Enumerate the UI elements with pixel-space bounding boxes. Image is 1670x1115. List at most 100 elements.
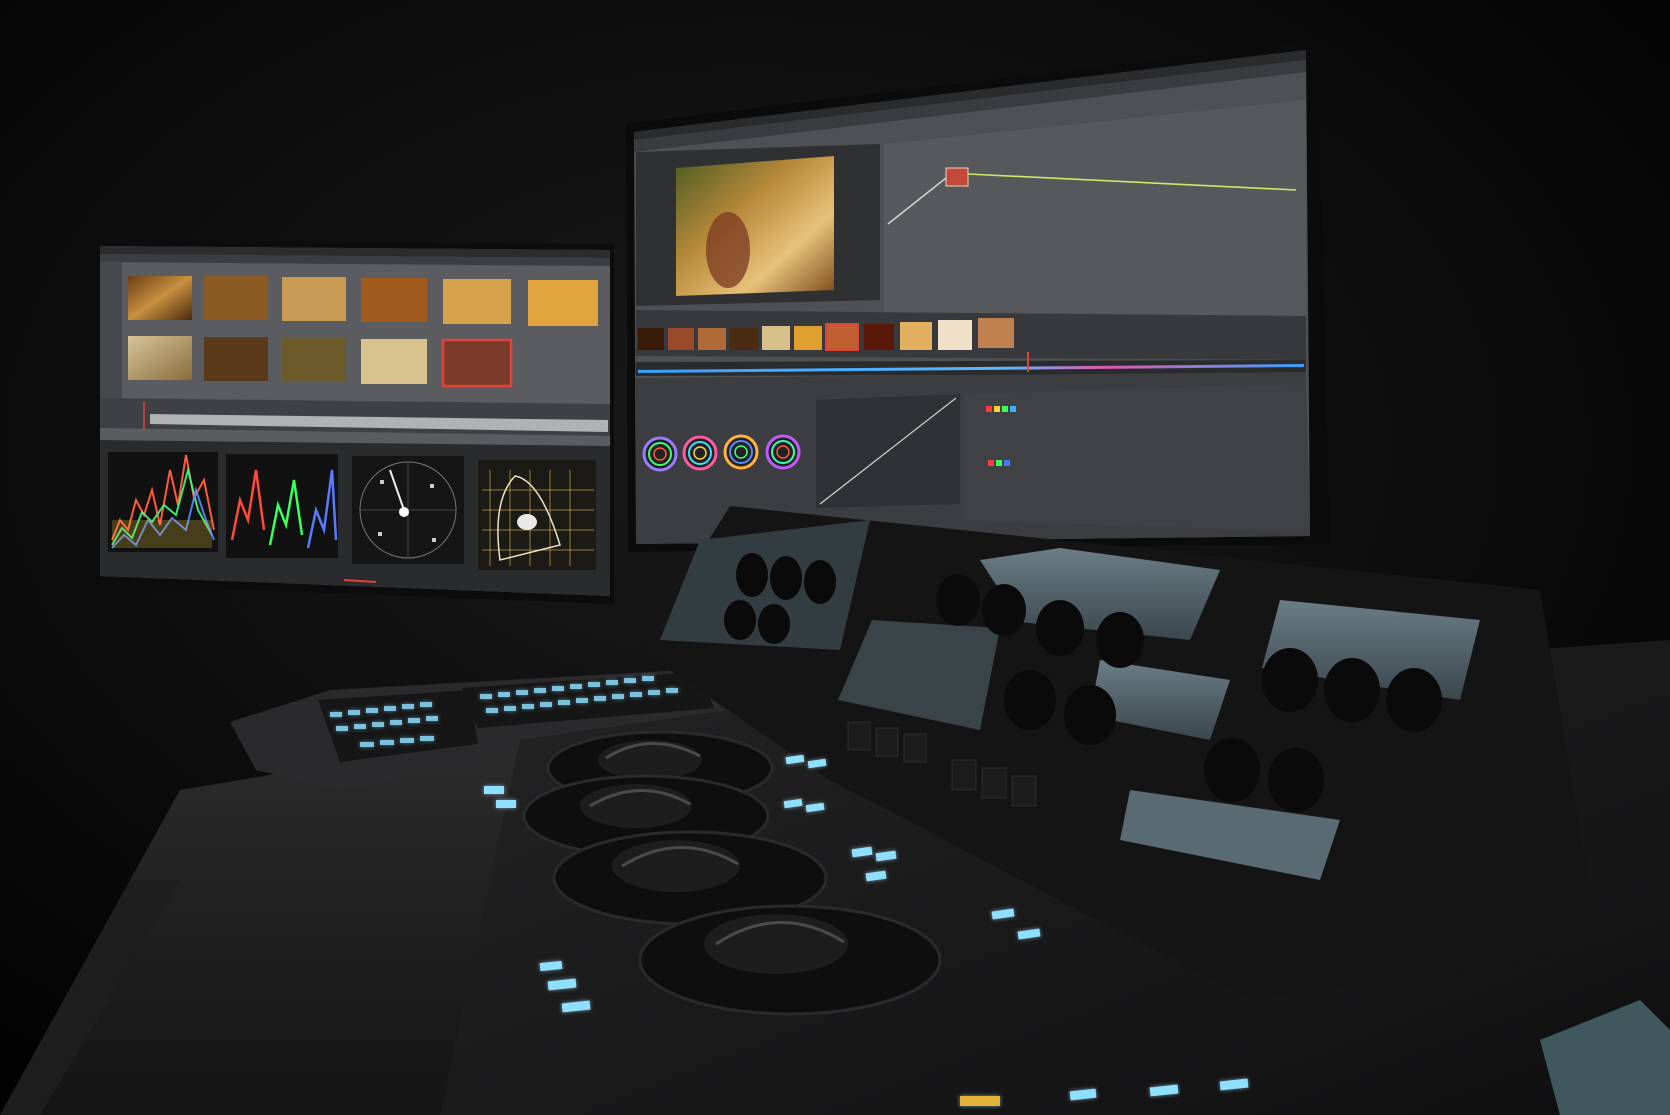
timeline-clip[interactable] [900,322,932,350]
panel-key[interactable] [486,708,498,713]
panel-key[interactable] [612,694,624,699]
panel-key[interactable] [558,700,570,705]
panel-key[interactable] [380,740,394,745]
cie-scope [478,460,596,570]
timeline-clip[interactable] [730,328,758,350]
panel-key[interactable] [348,710,360,715]
panel-key[interactable] [402,704,414,709]
panel-key[interactable] [606,680,618,685]
timeline-clip[interactable] [638,328,664,350]
timeline-clip[interactable] [794,326,822,350]
vectorscope [352,456,464,564]
soft-button[interactable] [875,727,899,757]
panel-key[interactable] [366,708,378,713]
color-wheel-gamma[interactable] [682,435,718,471]
viewer-image[interactable] [676,156,834,296]
panel-key[interactable] [400,738,414,743]
backlit-button-amber[interactable] [960,1096,1000,1106]
panel-key[interactable] [594,696,606,701]
knob[interactable] [758,604,790,644]
thumbnail[interactable] [282,338,346,382]
panel-key[interactable] [372,722,384,727]
soft-button[interactable] [981,767,1007,799]
panel-key[interactable] [480,694,492,699]
timeline-clip[interactable] [668,328,694,350]
knob[interactable] [736,553,768,597]
grading-suite-scene [0,0,1670,1115]
timeline-clip[interactable] [698,328,726,350]
knob[interactable] [1096,612,1144,668]
color-wheel-offset[interactable] [765,434,801,470]
thumbnail[interactable] [282,277,346,321]
panel-key[interactable] [540,702,552,707]
soft-button[interactable] [847,721,871,751]
thumbnail[interactable] [204,276,268,320]
color-wheel-lift[interactable] [642,436,678,472]
panel-key[interactable] [384,706,396,711]
panel-key[interactable] [642,676,654,681]
panel-key[interactable] [336,726,348,731]
knob[interactable] [1036,600,1084,656]
viewer-figure [706,212,750,288]
panel-key[interactable] [630,692,642,697]
panel-key[interactable] [522,704,534,709]
thumbnail[interactable] [361,339,427,384]
backlit-button[interactable] [484,786,504,794]
parade-scope [226,454,338,558]
right-monitor [626,40,1330,552]
panel-key[interactable] [570,684,582,689]
thumbnail[interactable] [528,280,598,326]
knob[interactable] [804,560,836,604]
knob[interactable] [724,600,756,640]
timeline-clip-selected[interactable] [825,323,859,351]
panel-key[interactable] [390,720,402,725]
panel-key[interactable] [408,718,420,723]
panel-key[interactable] [648,690,660,695]
timeline-clip[interactable] [938,320,972,350]
thumbnail-selected[interactable] [441,338,513,388]
knob[interactable] [936,574,980,626]
node-corrector[interactable] [945,167,969,187]
panel-key[interactable] [666,688,678,693]
trackball[interactable] [638,904,942,1016]
knob[interactable] [1386,668,1442,732]
left-monitor [90,240,614,604]
panel-key[interactable] [360,742,374,747]
soft-button[interactable] [903,733,927,763]
panel-key[interactable] [420,702,432,707]
knob[interactable] [1004,670,1056,730]
color-wheel-gain[interactable] [723,434,759,470]
knob[interactable] [1324,658,1380,722]
panel-key[interactable] [354,724,366,729]
panel-key[interactable] [420,736,434,741]
panel-key[interactable] [516,690,528,695]
timeline-clip[interactable] [864,324,894,350]
thumbnail[interactable] [361,278,427,322]
soft-button[interactable] [1011,775,1037,807]
thumbnail[interactable] [204,337,268,381]
panel-key[interactable] [534,688,546,693]
knob[interactable] [1204,738,1260,802]
panel-key[interactable] [498,692,510,697]
thumbnail[interactable] [128,276,192,320]
panel-key[interactable] [624,678,636,683]
panel-key[interactable] [426,716,438,721]
panel-key[interactable] [330,712,342,717]
knob[interactable] [1268,748,1324,812]
backlit-button[interactable] [496,800,516,808]
timeline-clip[interactable] [1018,318,1022,348]
panel-key[interactable] [576,698,588,703]
knob[interactable] [1262,648,1318,712]
knob[interactable] [982,584,1026,636]
timeline-clip[interactable] [762,326,790,350]
left-sidebar [100,262,122,402]
knob[interactable] [770,556,802,600]
panel-key[interactable] [504,706,516,711]
thumbnail[interactable] [128,336,192,380]
soft-button[interactable] [951,759,977,791]
panel-key[interactable] [552,686,564,691]
knob[interactable] [1064,685,1116,745]
thumbnail[interactable] [443,279,511,324]
panel-key[interactable] [588,682,600,687]
timeline-clip[interactable] [978,318,1014,348]
